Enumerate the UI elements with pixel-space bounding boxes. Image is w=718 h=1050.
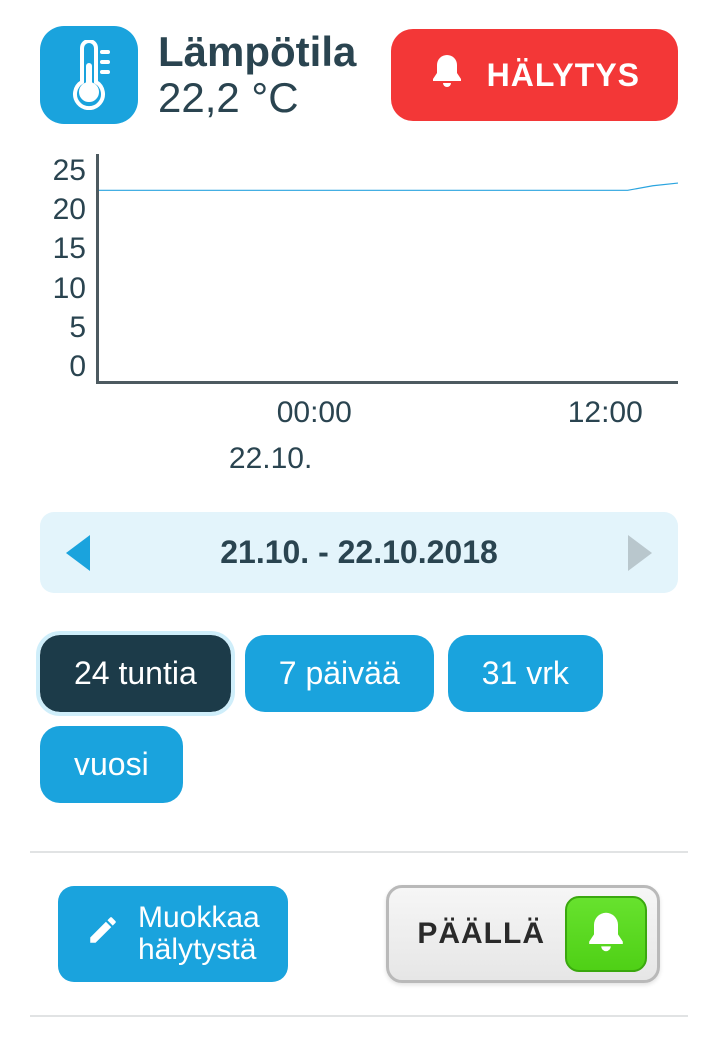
- alert-label: HÄLYTYS: [487, 57, 640, 94]
- x-axis-date: 22.10.: [96, 442, 678, 476]
- header: Lämpötila 22,2 °C HÄLYTYS: [40, 26, 678, 124]
- y-tick: 5: [69, 311, 86, 345]
- y-tick: 15: [53, 232, 86, 266]
- bell-icon: [584, 908, 628, 961]
- chart: 25 20 15 10 5 0 00:00 12:00 22.10.: [40, 154, 678, 476]
- y-tick: 25: [53, 154, 86, 188]
- alert-toggle[interactable]: PÄÄLLÄ: [386, 885, 660, 983]
- date-navigator: 21.10. - 22.10.2018: [40, 512, 678, 593]
- y-tick: 10: [53, 272, 86, 306]
- date-range-label: 21.10. - 22.10.2018: [220, 534, 498, 571]
- chart-line: [99, 154, 678, 381]
- range-selector: 24 tuntia 7 päivää 31 vrk vuosi: [40, 635, 678, 803]
- y-tick: 20: [53, 193, 86, 227]
- edit-alert-button[interactable]: Muokkaa hälytystä: [58, 886, 288, 983]
- range-31d-button[interactable]: 31 vrk: [448, 635, 603, 712]
- y-axis-ticks: 25 20 15 10 5 0: [40, 154, 96, 384]
- divider: [30, 1015, 688, 1017]
- temperature-title: Lämpötila: [158, 29, 371, 75]
- bottom-controls: Muokkaa hälytystä PÄÄLLÄ: [40, 885, 678, 983]
- range-year-button[interactable]: vuosi: [40, 726, 183, 803]
- pencil-icon: [86, 913, 120, 954]
- range-24h-button[interactable]: 24 tuntia: [40, 635, 231, 712]
- divider: [30, 851, 688, 853]
- temperature-value: 22,2 °C: [158, 75, 371, 121]
- thermometer-icon: [40, 26, 138, 124]
- alert-button[interactable]: HÄLYTYS: [391, 29, 678, 121]
- bell-icon: [429, 51, 465, 99]
- toggle-knob: [565, 896, 647, 972]
- chart-plot-area: [96, 154, 678, 384]
- toggle-label: PÄÄLLÄ: [417, 917, 545, 951]
- temperature-info: Lämpötila 22,2 °C: [158, 29, 371, 121]
- y-tick: 0: [69, 350, 86, 384]
- prev-arrow-icon[interactable]: [66, 535, 90, 571]
- x-tick: 00:00: [242, 396, 388, 430]
- range-7d-button[interactable]: 7 päivää: [245, 635, 434, 712]
- edit-label: Muokkaa hälytystä: [138, 902, 260, 967]
- x-tick: 12:00: [533, 396, 679, 430]
- x-axis-ticks: 00:00 12:00: [96, 396, 678, 430]
- next-arrow-icon[interactable]: [628, 535, 652, 571]
